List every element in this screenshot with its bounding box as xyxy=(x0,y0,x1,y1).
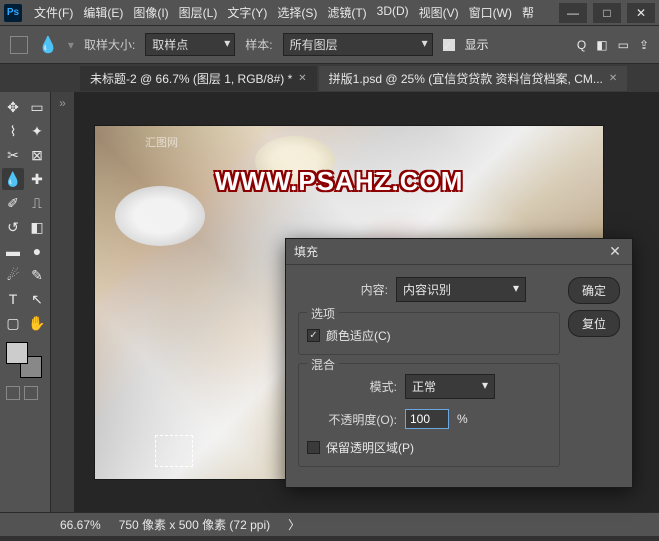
preserve-transparency-checkbox[interactable] xyxy=(307,441,320,454)
watermark-text: WWW.PSAHZ.COM xyxy=(215,166,463,197)
sample-size-select[interactable]: 取样点 xyxy=(145,33,235,56)
menu-image[interactable]: 图像(I) xyxy=(129,2,172,23)
frame-tool[interactable]: ⊠ xyxy=(26,144,48,166)
document-dimensions[interactable]: 750 像素 x 500 像素 (72 ppi) xyxy=(119,516,270,533)
stamp-tool[interactable]: ⎍ xyxy=(26,192,48,214)
options-bar: 💧 ▾ 取样大小: 取样点 样本: 所有图层 ✓ 显示 Q ◧ ▭ ⇪ xyxy=(0,26,659,64)
mode-select[interactable]: 正常 xyxy=(405,374,495,399)
marquee-tool[interactable]: ▭ xyxy=(26,96,48,118)
dodge-tool[interactable]: ☄ xyxy=(2,264,24,286)
menu-bar: 文件(F) 编辑(E) 图像(I) 图层(L) 文字(Y) 选择(S) 滤镜(T… xyxy=(30,2,559,23)
maximize-button[interactable]: □ xyxy=(593,3,621,23)
eyedropper-tool[interactable]: 💧 xyxy=(2,168,24,190)
share-icon[interactable]: ⇪ xyxy=(639,38,649,52)
shape-tool[interactable]: ▢ xyxy=(2,312,24,334)
zoom-level[interactable]: 66.67% xyxy=(60,518,101,532)
watermark-small: 汇图网 xyxy=(145,134,178,150)
tools-panel: ✥ ▭ ⌇ ✦ ✂ ⊠ 💧 ✚ ✐ ⎍ ↺ ◧ ▬ ● ☄ ✎ T ↖ ▢ ✋ xyxy=(0,92,50,512)
status-bar: 66.67% 750 像素 x 500 像素 (72 ppi) 〉 xyxy=(0,512,659,536)
menu-help[interactable]: 帮 xyxy=(518,2,538,23)
menu-window[interactable]: 窗口(W) xyxy=(465,2,516,23)
dialog-title: 填充 xyxy=(294,243,318,260)
menu-type[interactable]: 文字(Y) xyxy=(223,2,271,23)
options-section: 选项 颜色适应(C) xyxy=(298,312,560,355)
tab-inactive[interactable]: 拼版1.psd @ 25% (宜信贷贷款 资料信贷档案, CM... ✕ xyxy=(319,66,628,91)
expand-icon[interactable]: » xyxy=(51,92,74,114)
eyedropper-icon: 💧 xyxy=(38,35,58,55)
gradient-tool[interactable]: ▬ xyxy=(2,240,24,262)
content-select[interactable]: 内容识别 xyxy=(396,277,526,302)
color-swatches[interactable] xyxy=(6,342,42,378)
show-checkbox[interactable]: ✓ xyxy=(443,39,455,51)
sample-label: 样本: xyxy=(245,36,272,53)
blend-section-title: 混合 xyxy=(307,356,339,373)
color-adapt-label: 颜色适应(C) xyxy=(326,327,391,344)
tab-label: 拼版1.psd @ 25% (宜信贷贷款 资料信贷档案, CM... xyxy=(329,70,603,87)
window-controls: ― □ ✕ xyxy=(559,3,655,23)
content-label: 内容: xyxy=(298,281,388,298)
screen-mode-icons xyxy=(6,386,48,400)
options-section-title: 选项 xyxy=(307,305,339,322)
frame-icon[interactable]: ▭ xyxy=(618,38,629,52)
menu-file[interactable]: 文件(F) xyxy=(30,2,77,23)
hand-tool[interactable]: ✋ xyxy=(26,312,48,334)
opacity-unit: % xyxy=(457,412,468,426)
menu-filter[interactable]: 滤镜(T) xyxy=(323,2,370,23)
blend-section: 混合 模式: 正常 不透明度(O): % 保留透明区域(P) xyxy=(298,363,560,467)
minimize-button[interactable]: ― xyxy=(559,3,587,23)
opacity-label: 不透明度(O): xyxy=(307,411,397,428)
tab-label: 未标题-2 @ 66.7% (图层 1, RGB/8#) * xyxy=(90,70,292,87)
menu-layer[interactable]: 图层(L) xyxy=(175,2,222,23)
search-icon[interactable]: Q xyxy=(577,38,586,52)
ring-icon[interactable]: ◧ xyxy=(596,38,607,52)
type-tool[interactable]: T xyxy=(2,288,24,310)
dialog-close-button[interactable]: ✕ xyxy=(606,243,624,261)
eraser-tool[interactable]: ◧ xyxy=(26,216,48,238)
menu-view[interactable]: 视图(V) xyxy=(415,2,463,23)
color-adapt-checkbox[interactable] xyxy=(307,329,320,342)
collapsed-panels[interactable]: » xyxy=(50,92,74,512)
menu-3d[interactable]: 3D(D) xyxy=(373,2,413,23)
pen-tool[interactable]: ✎ xyxy=(26,264,48,286)
dialog-titlebar[interactable]: 填充 ✕ xyxy=(286,239,632,265)
close-icon[interactable]: ✕ xyxy=(609,73,617,84)
path-tool[interactable]: ↖ xyxy=(26,288,48,310)
screenmode-icon[interactable] xyxy=(24,386,38,400)
sample-size-label: 取样大小: xyxy=(84,36,135,53)
fill-dialog: 填充 ✕ 内容: 内容识别 选项 颜色适应(C) 混合 模式: 正常 xyxy=(285,238,633,488)
crop-tool[interactable]: ✂ xyxy=(2,144,24,166)
title-bar: Ps 文件(F) 编辑(E) 图像(I) 图层(L) 文字(Y) 选择(S) 滤… xyxy=(0,0,659,26)
show-label: 显示 xyxy=(465,36,489,53)
healing-tool[interactable]: ✚ xyxy=(26,168,48,190)
close-window-button[interactable]: ✕ xyxy=(627,3,655,23)
document-tabs: 未标题-2 @ 66.7% (图层 1, RGB/8#) * ✕ 拼版1.psd… xyxy=(0,64,659,92)
marquee-selection[interactable] xyxy=(155,435,193,467)
quick-select-tool[interactable]: ✦ xyxy=(26,120,48,142)
close-icon[interactable]: ✕ xyxy=(298,73,306,84)
reset-button[interactable]: 复位 xyxy=(568,310,620,337)
status-chevron-icon[interactable]: 〉 xyxy=(288,516,300,533)
mode-label: 模式: xyxy=(307,378,397,395)
opacity-input[interactable] xyxy=(405,409,449,429)
sample-select[interactable]: 所有图层 xyxy=(283,33,433,56)
menu-select[interactable]: 选择(S) xyxy=(273,2,321,23)
tool-preset-picker[interactable] xyxy=(10,36,28,54)
quickmask-icon[interactable] xyxy=(6,386,20,400)
move-tool[interactable]: ✥ xyxy=(2,96,24,118)
lasso-tool[interactable]: ⌇ xyxy=(2,120,24,142)
foreground-color[interactable] xyxy=(6,342,28,364)
brush-tool[interactable]: ✐ xyxy=(2,192,24,214)
blur-tool[interactable]: ● xyxy=(26,240,48,262)
ok-button[interactable]: 确定 xyxy=(568,277,620,304)
menu-edit[interactable]: 编辑(E) xyxy=(79,2,127,23)
preserve-transparency-label: 保留透明区域(P) xyxy=(326,439,414,456)
app-icon: Ps xyxy=(4,4,22,22)
tab-active[interactable]: 未标题-2 @ 66.7% (图层 1, RGB/8#) * ✕ xyxy=(80,66,317,91)
history-brush-tool[interactable]: ↺ xyxy=(2,216,24,238)
